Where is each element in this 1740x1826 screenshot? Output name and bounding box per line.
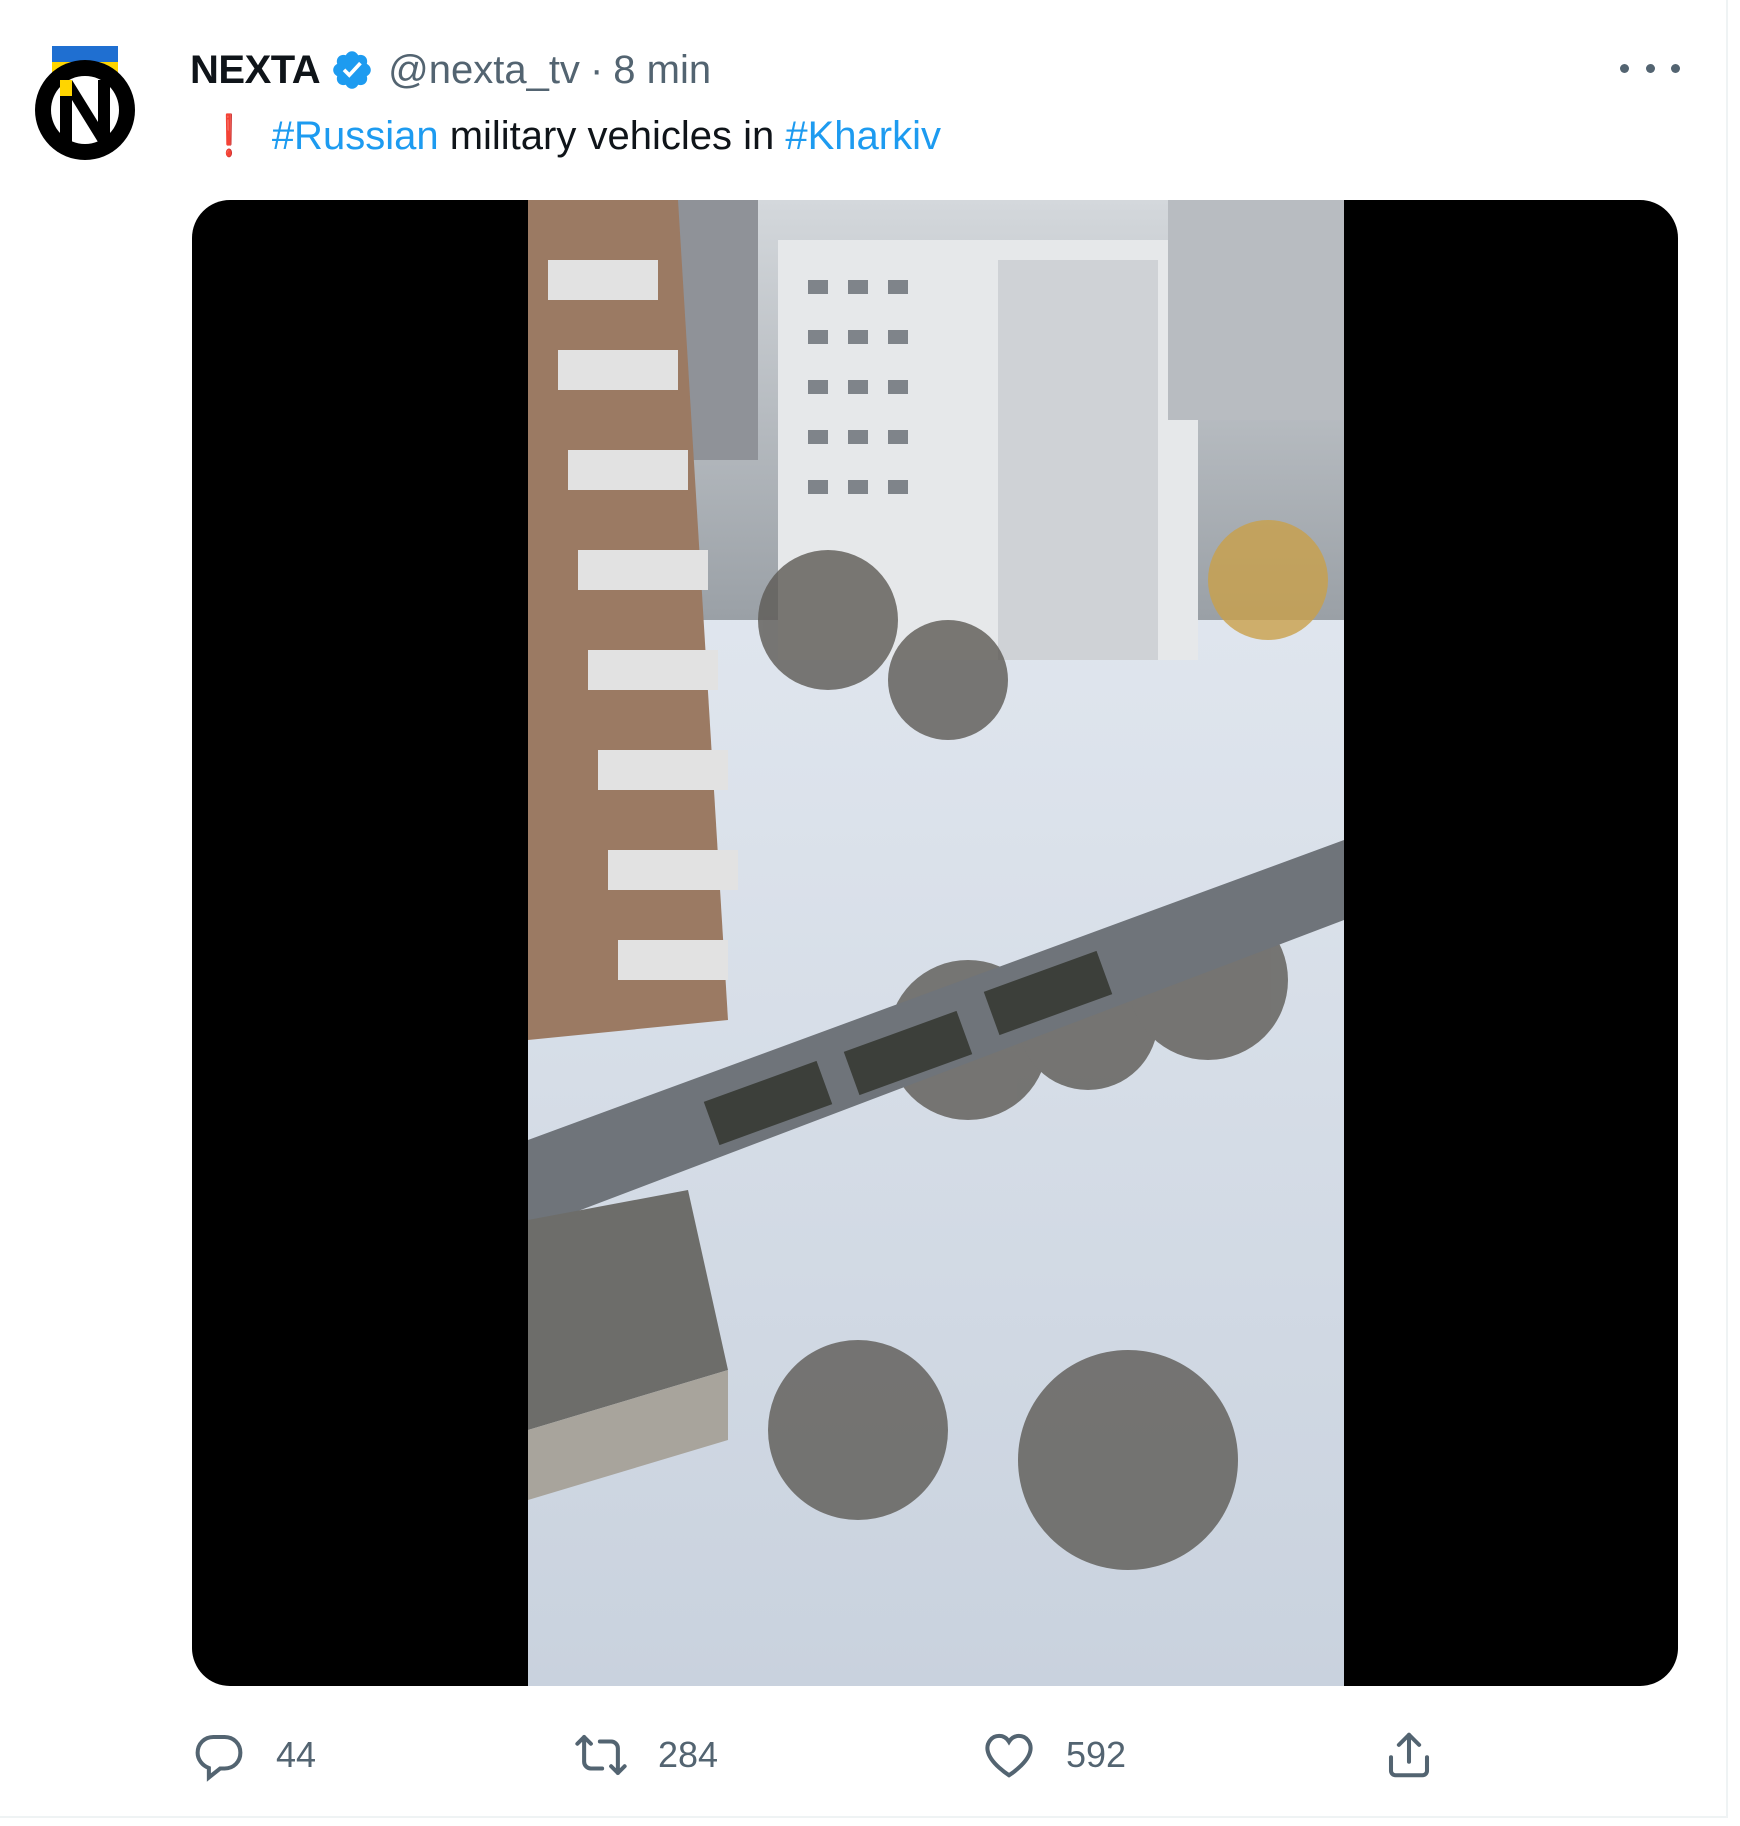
- tweet-text-body: military vehicles in: [438, 114, 786, 158]
- tweet-header: NEXTA @nexta_tv · 8 min: [190, 42, 711, 98]
- retweet-icon: [575, 1734, 627, 1776]
- hashtag-russian-link[interactable]: #Russian: [272, 114, 439, 158]
- reply-icon: [195, 1734, 243, 1782]
- tweet-card[interactable]: N NEXTA @nexta_tv · 8 min ❗ #Russian mili…: [0, 0, 1728, 1818]
- more-dot-icon: [1671, 63, 1680, 73]
- share-icon: [1388, 1732, 1430, 1778]
- tweet-text: ❗ #Russian military vehicles in #Kharkiv: [204, 108, 941, 164]
- more-dot-icon: [1620, 63, 1629, 73]
- like-button[interactable]: 592: [982, 1720, 1126, 1790]
- display-name[interactable]: NEXTA: [190, 48, 321, 93]
- like-count: 592: [1066, 1734, 1127, 1775]
- nexta-logo-icon: N: [32, 44, 135, 160]
- header-separator: ·: [589, 47, 604, 92]
- reply-button[interactable]: 44: [192, 1720, 316, 1790]
- tweet-timestamp[interactable]: 8 min: [613, 48, 711, 93]
- video-player[interactable]: [192, 200, 1678, 1686]
- more-options-button[interactable]: [1620, 56, 1680, 80]
- avatar-letter: N: [32, 44, 33, 45]
- exclamation-emoji-icon: ❗: [211, 114, 247, 158]
- more-dot-icon: [1645, 63, 1655, 73]
- retweet-button[interactable]: 284: [574, 1720, 718, 1790]
- action-bar: 44 284 592: [192, 1720, 1492, 1790]
- avatar[interactable]: N: [32, 44, 138, 162]
- reply-count: 44: [276, 1734, 317, 1775]
- retweet-count: 284: [658, 1734, 719, 1775]
- hashtag-kharkiv-link[interactable]: #Kharkiv: [785, 114, 941, 158]
- video-frame: [528, 200, 1344, 1686]
- author-handle[interactable]: @nexta_tv: [388, 48, 580, 93]
- verified-badge-icon: [333, 51, 371, 89]
- heart-icon: [985, 1733, 1033, 1778]
- share-button[interactable]: [1382, 1720, 1436, 1790]
